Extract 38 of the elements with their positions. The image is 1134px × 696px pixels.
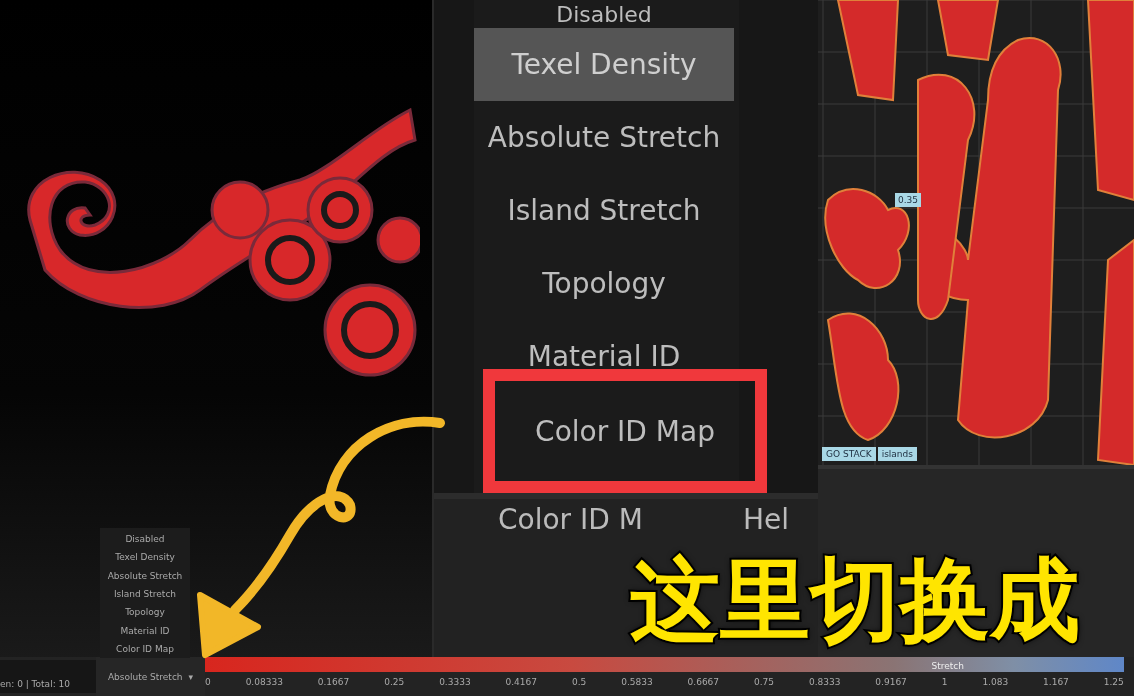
- tick-label: 0.3333: [439, 677, 471, 687]
- menu-item[interactable]: Absolute Stretch: [100, 566, 190, 585]
- mode-option[interactable]: Color ID Map: [495, 394, 755, 468]
- menu-item[interactable]: Material ID: [100, 621, 190, 640]
- tick-label: 0.75: [754, 677, 775, 687]
- tick-label: 0.4167: [505, 677, 538, 687]
- menu-item[interactable]: Topology: [100, 603, 190, 622]
- scale-label: Stretch: [931, 661, 964, 672]
- mode-option[interactable]: Island Stretch: [474, 174, 734, 247]
- tick-label: 0.5833: [621, 677, 653, 687]
- menu-item[interactable]: Island Stretch: [100, 584, 190, 604]
- mode-option[interactable]: Material ID: [474, 320, 734, 393]
- tick-label: 0.5: [571, 677, 587, 687]
- panel-label: Hel: [742, 503, 789, 538]
- toolbar-button[interactable]: GO STACK: [822, 447, 876, 461]
- tick-label: 0.9167: [875, 677, 907, 687]
- menu-item[interactable]: Disabled: [100, 530, 190, 549]
- menu-item[interactable]: Color ID Map: [100, 639, 190, 658]
- value-tag: 0.35: [895, 193, 922, 207]
- mode-option[interactable]: Topology: [474, 247, 734, 320]
- tick-label: 0.1667: [317, 677, 350, 687]
- mode-option[interactable]: Disabled: [474, 0, 734, 28]
- tick-label: 1.167: [1043, 677, 1069, 687]
- mode-option[interactable]: Texel Density: [474, 28, 734, 101]
- tick-label: 0.6667: [687, 677, 720, 687]
- status-text: en: 0 | Total: 10: [0, 660, 96, 693]
- tick-label: 0.25: [384, 677, 405, 687]
- toolbar-button[interactable]: islands: [877, 447, 917, 461]
- tick-label: 0.08333: [245, 677, 283, 687]
- caption-text: 这里切换成: [630, 550, 1080, 649]
- tick-label: 0.8333: [808, 677, 841, 687]
- tick-label: 1.083: [982, 677, 1009, 687]
- tick-label: 1.25: [1103, 677, 1124, 687]
- panel-label: Color ID M: [498, 503, 643, 538]
- tick-label: 1: [941, 677, 948, 687]
- tick-label: 0: [205, 677, 211, 687]
- menu-item[interactable]: Texel Density: [100, 548, 190, 567]
- mode-option[interactable]: Absolute Stretch: [474, 101, 734, 174]
